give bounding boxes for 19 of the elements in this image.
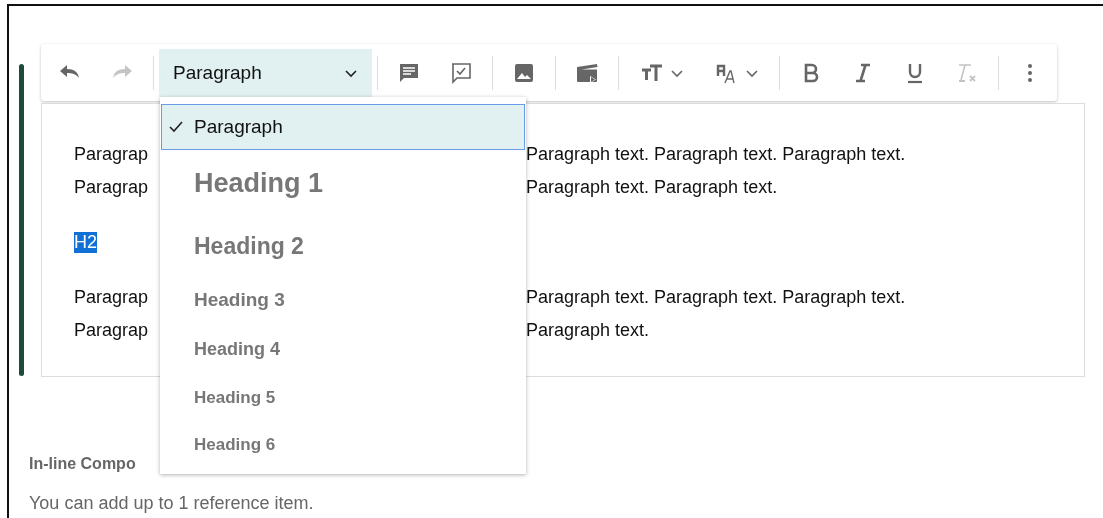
heading-text: H2	[74, 232, 97, 253]
menu-option[interactable]: Heading 5	[161, 374, 525, 421]
hint-text: You can add up to 1 reference item.	[29, 493, 314, 514]
paragraph-text: Paragraph text.	[526, 320, 650, 341]
menu-option[interactable]: Heading 3	[161, 275, 525, 325]
paragraph-text: Paragrap	[74, 320, 150, 341]
block-format-dropdown[interactable]: Paragraph	[159, 48, 372, 97]
paragraph-text: Paragraph text. Paragraph text.	[526, 177, 778, 198]
menu-option[interactable]: Heading 4	[161, 325, 525, 374]
menu-option[interactable]: Heading 6	[161, 421, 525, 468]
paragraph-text: Paragraph text. Paragraph text. Paragraph text.	[526, 144, 906, 165]
menu-option[interactable]: Paragraph	[161, 104, 525, 150]
menu-option[interactable]: Heading 1	[161, 150, 525, 217]
section-label: In-line Compo	[29, 455, 136, 473]
paragraph-text: Paragrap	[74, 287, 150, 308]
menu-option[interactable]: Heading 2	[161, 217, 525, 275]
paragraph-text: Paragraph text. Paragraph text. Paragraph text.	[526, 287, 906, 308]
paragraph-text: Paragrap	[74, 177, 150, 198]
paragraph-text: Paragrap	[74, 144, 150, 165]
